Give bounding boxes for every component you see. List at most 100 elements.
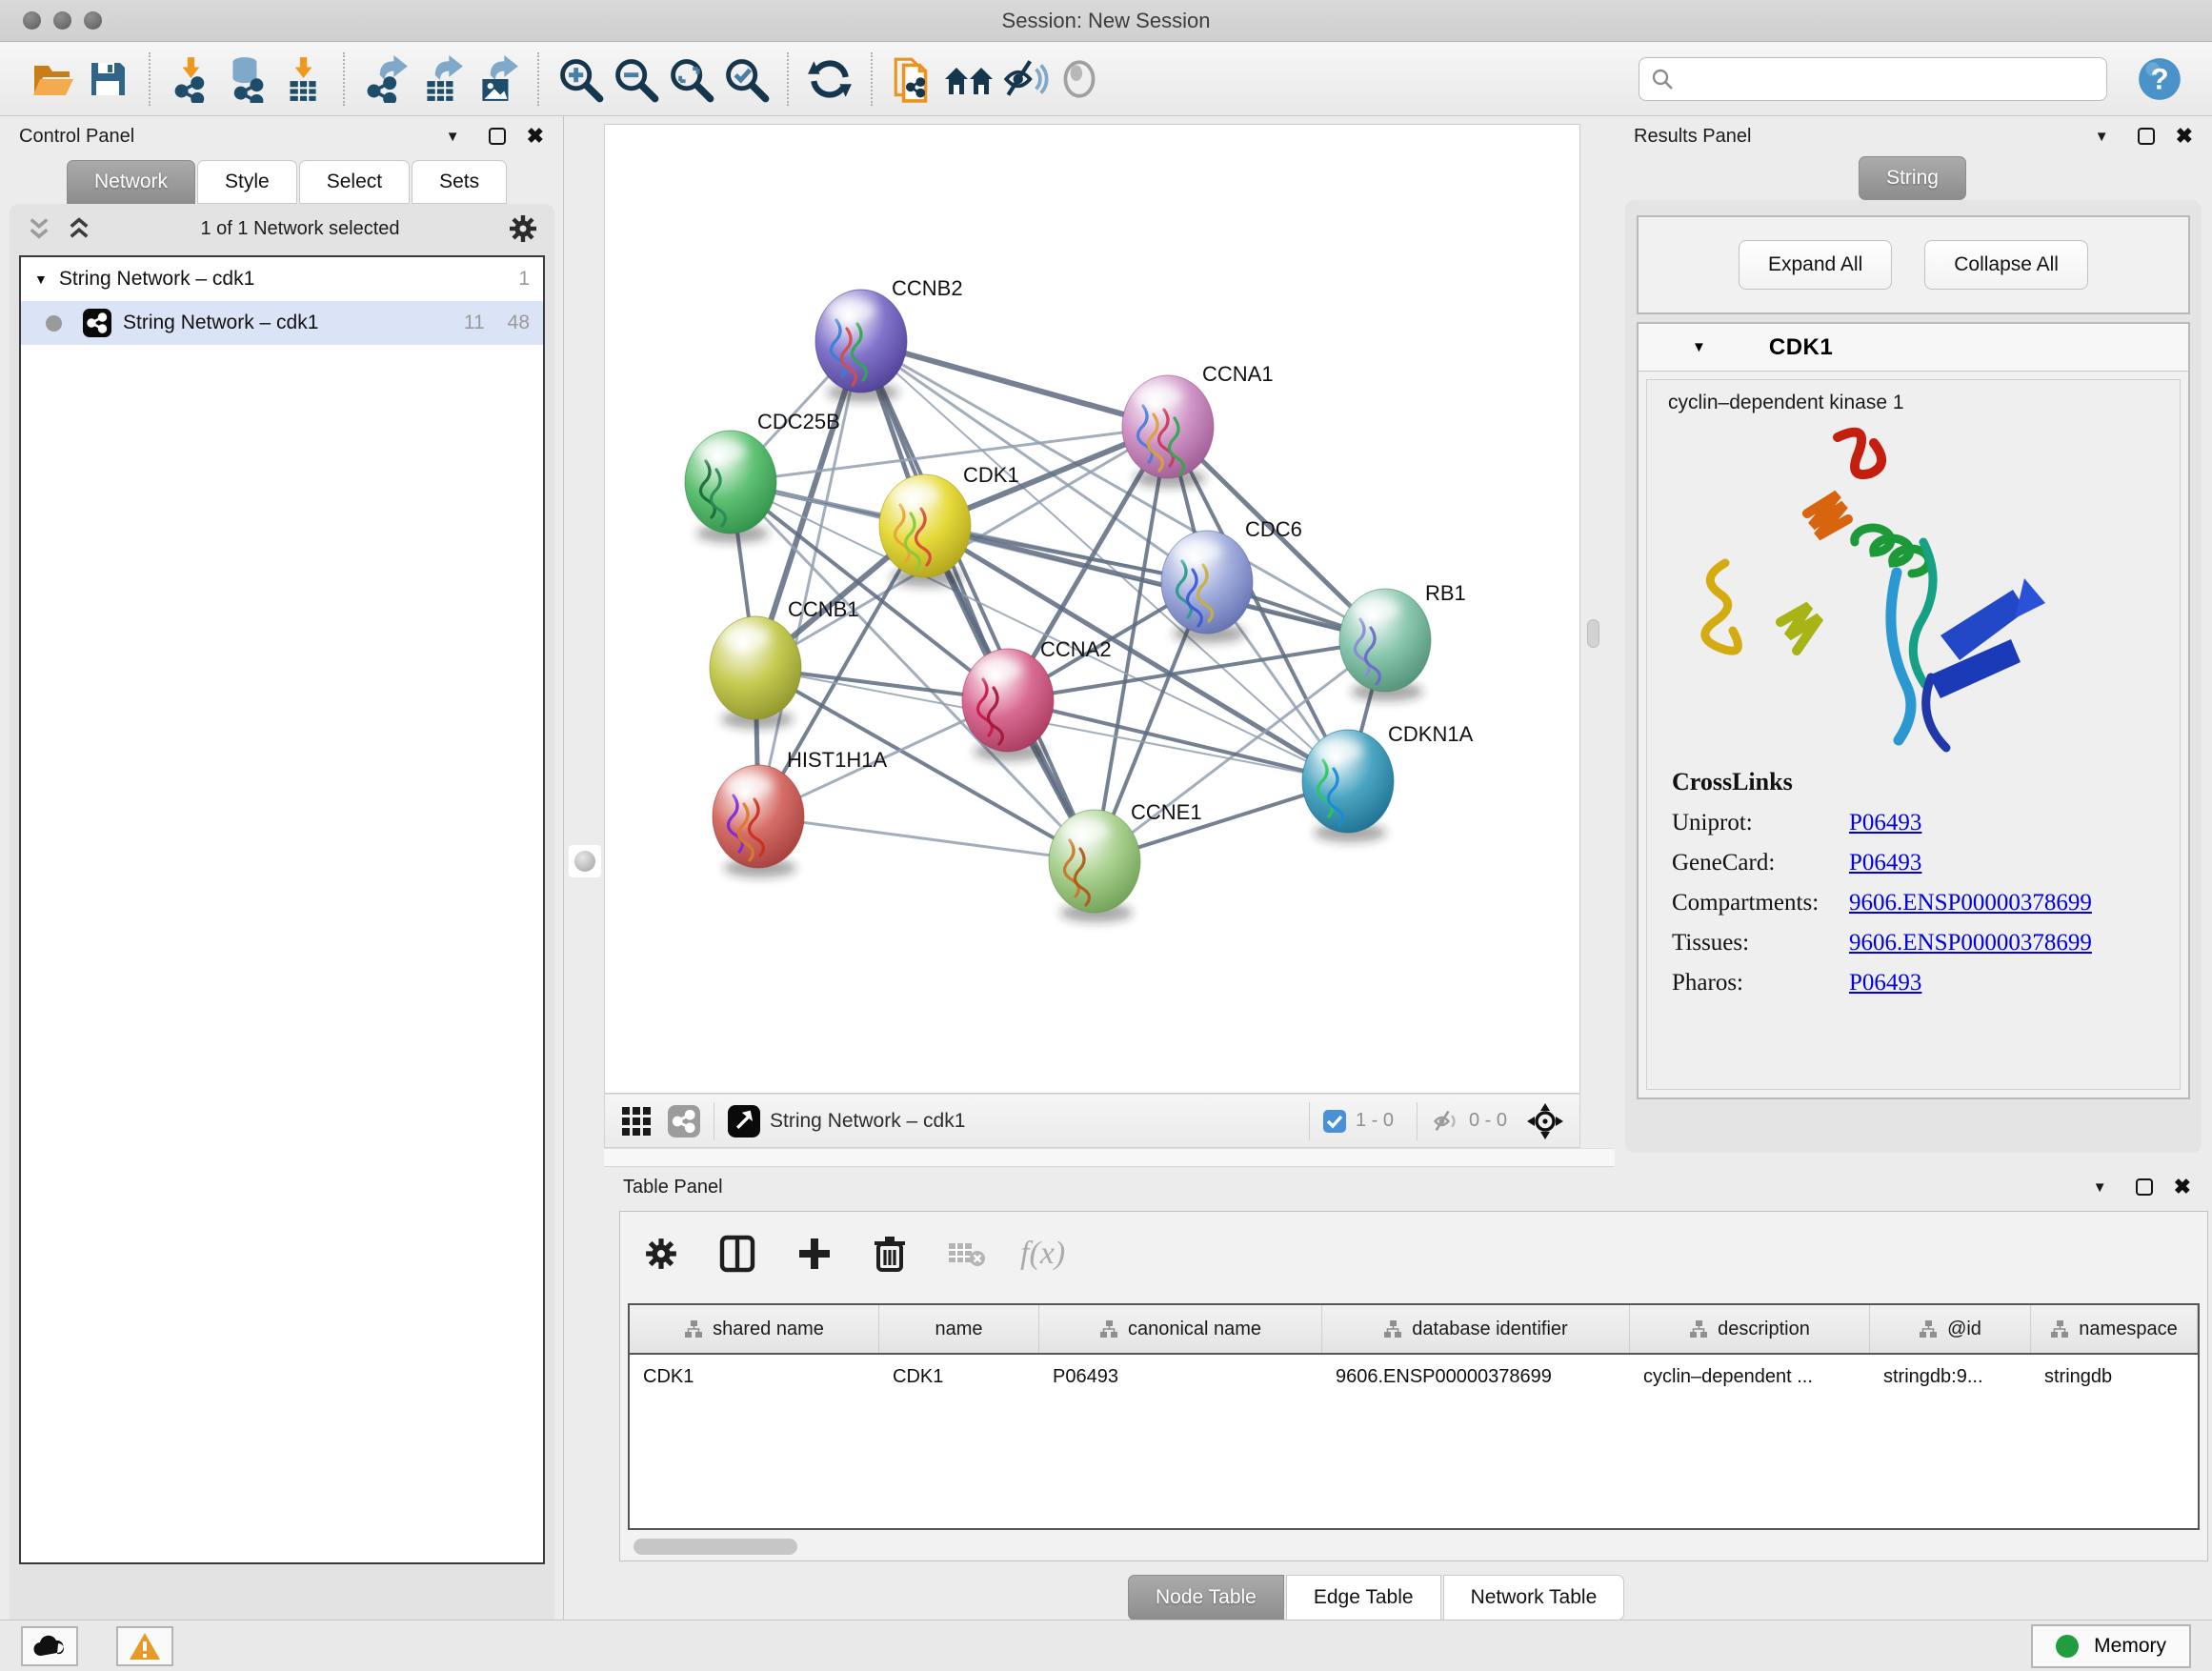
network-node-HIST1H1A[interactable]: HIST1H1A [713, 748, 887, 877]
column-header-id[interactable]: @id [1870, 1305, 2031, 1353]
expand-all-button[interactable]: Expand All [1739, 240, 1892, 290]
delete-table-button[interactable] [948, 1239, 986, 1268]
network-node-CCNE1[interactable]: CCNE1 [1049, 800, 1202, 922]
entry-collapse-icon[interactable]: ▼ [1692, 339, 1706, 355]
show-columns-button[interactable] [719, 1235, 755, 1273]
eye-button[interactable] [1052, 50, 1107, 108]
homes-icon [943, 55, 995, 103]
search-input[interactable] [1681, 68, 2095, 90]
genecard-link[interactable]: P06493 [1849, 850, 1921, 876]
import-database-button[interactable] [219, 50, 274, 108]
network-graph: CCNB2CCNA1CDC25BCDK1CDC6RB1CCNB1CCNA2CDK… [605, 125, 1579, 1093]
title-bar: Session: New Session [0, 0, 2212, 42]
export-image-button[interactable] [469, 50, 524, 108]
open-session-button[interactable] [25, 50, 80, 108]
results-panel-collapse-icon[interactable]: ▼ [2095, 129, 2109, 145]
column-header-namespace[interactable]: namespace [2031, 1305, 2198, 1353]
network-edge[interactable] [1008, 700, 1348, 781]
tab-edge-table[interactable]: Edge Table [1286, 1575, 1441, 1621]
share-view-icon[interactable] [668, 1105, 700, 1137]
column-tree-icon [2050, 1319, 2069, 1339]
memory-status-icon [2056, 1635, 2079, 1658]
zoom-fit-button[interactable] [663, 50, 718, 108]
tab-network[interactable]: Network [67, 160, 195, 204]
tab-node-table[interactable]: Node Table [1128, 1575, 1284, 1621]
right-splitter-handle[interactable] [1587, 619, 1599, 648]
tab-network-table[interactable]: Network Table [1443, 1575, 1625, 1621]
warning-status-button[interactable] [116, 1626, 173, 1666]
tab-sets[interactable]: Sets [412, 160, 507, 204]
compartments-link[interactable]: 9606.ENSP00000378699 [1849, 890, 2092, 916]
import-table-button[interactable] [274, 50, 330, 108]
results-panel-float-icon[interactable] [2138, 128, 2155, 145]
crosshair-icon[interactable] [1526, 1102, 1564, 1140]
table-horizontal-scrollbar[interactable] [633, 1539, 797, 1555]
memory-button[interactable]: Memory [2031, 1624, 2191, 1668]
table-panel-float-icon[interactable] [2136, 1178, 2153, 1196]
hide-eye-button[interactable] [996, 50, 1052, 108]
add-column-button[interactable] [797, 1237, 832, 1271]
export-table-button[interactable] [413, 50, 469, 108]
tab-select[interactable]: Select [299, 160, 410, 204]
pharos-link[interactable]: P06493 [1849, 970, 1921, 997]
control-panel-title: Control Panel [19, 126, 446, 148]
selected-checkbox-icon[interactable] [1323, 1110, 1346, 1133]
import-network-button[interactable] [164, 50, 219, 108]
birdseye-view-icon[interactable] [728, 1105, 760, 1137]
network-canvas[interactable]: CCNB2CCNA1CDC25BCDK1CDC6RB1CCNB1CCNA2CDK… [604, 124, 1580, 1094]
tab-style[interactable]: Style [197, 160, 297, 204]
control-panel-close-icon[interactable]: ✖ [527, 124, 544, 149]
save-session-button[interactable] [80, 50, 135, 108]
table-row[interactable]: CDK1 CDK1 P06493 9606.ENSP00000378699 cy… [630, 1355, 2198, 1400]
network-edge[interactable] [925, 526, 1385, 640]
node-label: CCNE1 [1131, 800, 1202, 824]
selected-node-edge-counts: 1 - 0 [1356, 1110, 1394, 1132]
table-panel: Table Panel ▼ ✖ f(x) shared name name ca… [604, 1167, 2212, 1620]
control-panel-float-icon[interactable] [489, 128, 506, 145]
control-panel-collapse-icon[interactable]: ▼ [446, 129, 460, 145]
network-node-CCNB1[interactable]: CCNB1 [710, 597, 859, 729]
zoom-in-button[interactable] [553, 50, 608, 108]
save-session-icon [85, 56, 131, 102]
network-node-CDKN1A[interactable]: CDKN1A [1302, 722, 1474, 842]
zoom-out-button[interactable] [608, 50, 663, 108]
left-splitter-handle[interactable] [569, 845, 601, 877]
collection-expand-icon[interactable]: ▼ [34, 272, 48, 287]
column-header-database-identifier[interactable]: database identifier [1322, 1305, 1630, 1353]
column-header-shared-name[interactable]: shared name [630, 1305, 879, 1353]
homes-button[interactable] [941, 50, 996, 108]
network-node-CCNA1[interactable]: CCNA1 [1122, 362, 1274, 488]
column-header-canonical-name[interactable]: canonical name [1039, 1305, 1322, 1353]
grid-view-icon[interactable] [620, 1105, 653, 1137]
export-network-button[interactable] [358, 50, 413, 108]
zoom-selected-button[interactable] [718, 50, 774, 108]
network-view-title: String Network – cdk1 [770, 1110, 1296, 1133]
tab-string[interactable]: String [1859, 156, 1966, 200]
network-node-CCNB2[interactable]: CCNB2 [815, 276, 963, 402]
share-document-button[interactable] [886, 50, 941, 108]
function-builder-button[interactable]: f(x) [1020, 1236, 1065, 1272]
column-header-description[interactable]: description [1630, 1305, 1870, 1353]
results-panel-close-icon[interactable]: ✖ [2176, 124, 2193, 149]
hidden-eye-icon[interactable] [1431, 1108, 1459, 1135]
uniprot-link[interactable]: P06493 [1849, 810, 1921, 836]
network-collection-row[interactable]: ▼ String Network – cdk1 1 [21, 257, 543, 301]
help-button[interactable]: ? [2132, 50, 2187, 108]
search-icon [1651, 68, 1674, 91]
network-edge[interactable] [758, 816, 1095, 861]
column-header-name[interactable]: name [879, 1305, 1039, 1353]
cloud-status-button[interactable] [21, 1626, 78, 1666]
delete-column-button[interactable] [874, 1235, 906, 1273]
refresh-button[interactable] [802, 50, 857, 108]
network-row[interactable]: String Network – cdk1 11 48 [21, 301, 543, 345]
table-options-button[interactable] [645, 1238, 677, 1270]
collapse-all-networks-icon[interactable] [27, 216, 51, 241]
table-panel-collapse-icon[interactable]: ▼ [2093, 1179, 2107, 1196]
help-icon: ? [2136, 55, 2183, 103]
tissues-link[interactable]: 9606.ENSP00000378699 [1849, 930, 2092, 956]
collapse-all-button[interactable]: Collapse All [1924, 240, 2088, 290]
table-panel-close-icon[interactable]: ✖ [2174, 1175, 2191, 1199]
network-node-RB1[interactable]: RB1 [1339, 581, 1466, 701]
expand-all-networks-icon[interactable] [67, 216, 91, 241]
network-options-gear-icon[interactable] [509, 214, 537, 243]
